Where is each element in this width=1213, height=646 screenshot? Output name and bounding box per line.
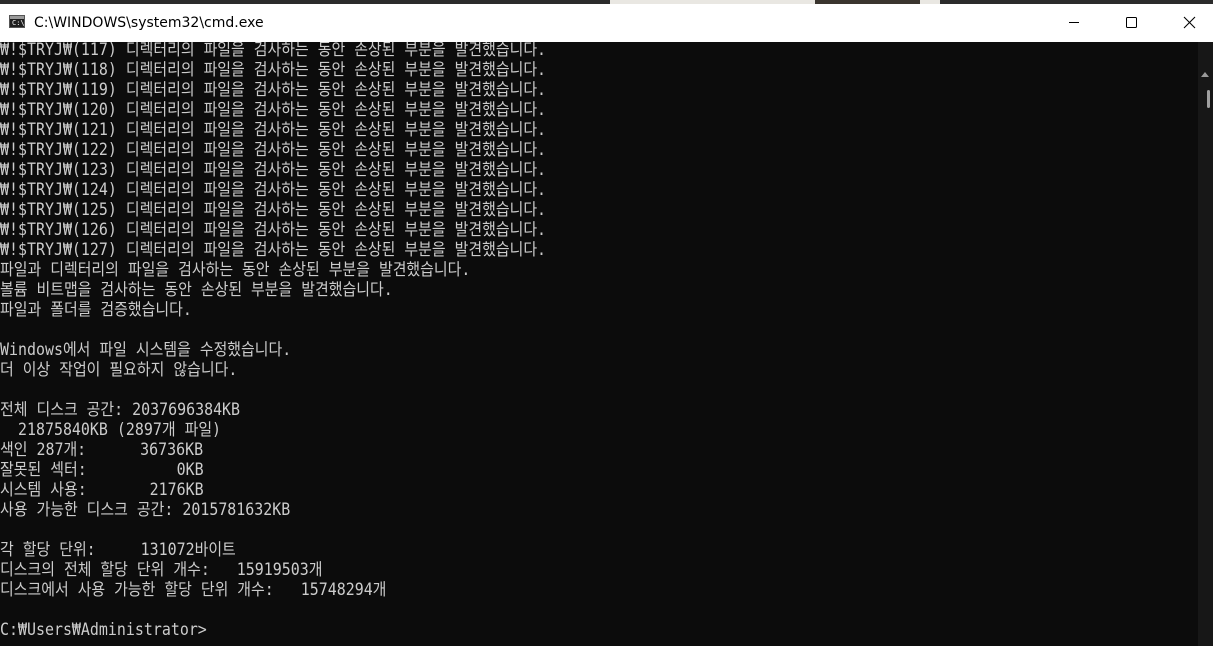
terminal-line: 21875840KB (2897개 파일) (0, 420, 222, 439)
terminal-output[interactable]: ₩!$TRYJ₩(117) 디렉터리의 파일을 검사하는 동안 손상된 부분을 … (0, 42, 1198, 646)
title-bar[interactable]: C:\ C:\WINDOWS\system32\cmd.exe (0, 4, 1213, 42)
command-prompt-icon[interactable]: C:\ (9, 15, 25, 28)
terminal-line: ₩!$TRYJ₩(122) 디렉터리의 파일을 검사하는 동안 손상된 부분을 … (0, 140, 547, 159)
terminal-line: ₩!$TRYJ₩(117) 디렉터리의 파일을 검사하는 동안 손상된 부분을 … (0, 42, 547, 59)
terminal-line: Windows에서 파일 시스템을 수정했습니다. (0, 340, 292, 359)
window-title: C:\WINDOWS\system32\cmd.exe (34, 15, 264, 31)
terminal-line: 더 이상 작업이 필요하지 않습니다. (0, 360, 238, 379)
maximize-button[interactable] (1103, 4, 1161, 42)
scroll-up-arrow-icon[interactable] (1201, 72, 1209, 77)
terminal-line: 디스크의 전체 할당 단위 개수: 15919503개 (0, 560, 323, 579)
command-prompt-line: C:₩Users₩Administrator> (0, 620, 207, 639)
minimize-button[interactable] (1045, 4, 1103, 42)
terminal-line: ₩!$TRYJ₩(121) 디렉터리의 파일을 검사하는 동안 손상된 부분을 … (0, 120, 547, 139)
terminal-line: ₩!$TRYJ₩(123) 디렉터리의 파일을 검사하는 동안 손상된 부분을 … (0, 160, 547, 179)
terminal-line: ₩!$TRYJ₩(118) 디렉터리의 파일을 검사하는 동안 손상된 부분을 … (0, 60, 547, 79)
terminal-line: ₩!$TRYJ₩(119) 디렉터리의 파일을 검사하는 동안 손상된 부분을 … (0, 80, 547, 99)
terminal-line: ₩!$TRYJ₩(127) 디렉터리의 파일을 검사하는 동안 손상된 부분을 … (0, 240, 547, 259)
command-prompt-icon-glyph: C:\ (12, 19, 25, 27)
close-icon (1183, 16, 1196, 29)
terminal-line: ₩!$TRYJ₩(120) 디렉터리의 파일을 검사하는 동안 손상된 부분을 … (0, 100, 547, 119)
cmd-window: C:\ C:\WINDOWS\system32\cmd.exe ₩!$TRYJ₩… (0, 0, 1213, 646)
terminal-line: 잘못된 섹터: 0KB (0, 460, 204, 479)
terminal-line: 파일과 디렉터리의 파일을 검사하는 동안 손상된 부분을 발견했습니다. (0, 260, 471, 279)
close-button[interactable] (1161, 4, 1213, 42)
terminal-line: ₩!$TRYJ₩(125) 디렉터리의 파일을 검사하는 동안 손상된 부분을 … (0, 200, 547, 219)
terminal-line: 파일과 폴더를 검증했습니다. (0, 300, 192, 319)
terminal-line: 전체 디스크 공간: 2037696384KB (0, 400, 241, 419)
scroll-thumb[interactable] (1207, 90, 1210, 108)
vertical-scrollbar[interactable] (1198, 42, 1213, 646)
terminal-line: 각 할당 단위: 131072바이트 (0, 540, 236, 559)
minimize-icon (1069, 22, 1079, 23)
terminal-line: ₩!$TRYJ₩(126) 디렉터리의 파일을 검사하는 동안 손상된 부분을 … (0, 220, 547, 239)
terminal-line: ₩!$TRYJ₩(124) 디렉터리의 파일을 검사하는 동안 손상된 부분을 … (0, 180, 547, 199)
terminal-line: 시스템 사용: 2176KB (0, 480, 204, 499)
terminal-line: 사용 가능한 디스크 공간: 2015781632KB (0, 500, 291, 519)
terminal-line: 볼륨 비트맵을 검사하는 동안 손상된 부분을 발견했습니다. (0, 280, 393, 299)
terminal-line: 색인 287개: 36736KB (0, 440, 204, 459)
terminal-line: 디스크에서 사용 가능한 할당 단위 개수: 15748294개 (0, 580, 387, 599)
maximize-icon (1126, 17, 1137, 28)
